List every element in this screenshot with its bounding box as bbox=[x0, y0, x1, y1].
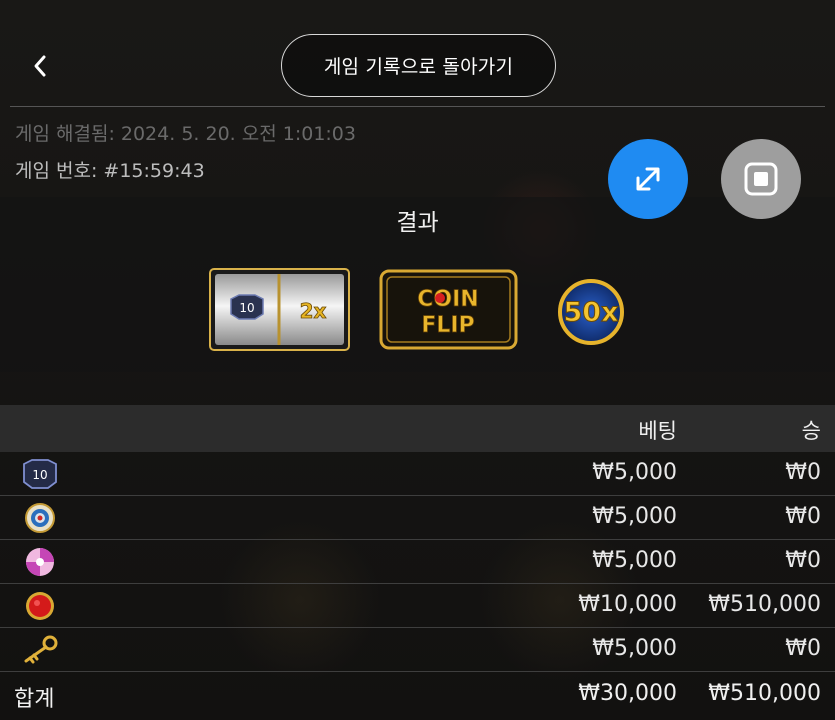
column-header-win: 승 bbox=[801, 419, 821, 443]
shield-10-icon: 10 bbox=[23, 459, 57, 489]
table-header bbox=[0, 405, 835, 452]
back-to-history-button[interactable]: 게임 기록으로 돌아가기 bbox=[281, 34, 556, 97]
gold-key-icon bbox=[24, 635, 58, 664]
row-bet: ₩5,000 bbox=[592, 548, 677, 573]
header-divider bbox=[10, 106, 825, 107]
coin-flip-line2: FLIP bbox=[421, 313, 474, 338]
row-bet: ₩5,000 bbox=[592, 504, 677, 529]
row-win: ₩0 bbox=[785, 548, 821, 573]
row-win: ₩0 bbox=[785, 460, 821, 485]
header: 게임 기록으로 돌아가기 bbox=[0, 0, 835, 108]
row-win: ₩510,000 bbox=[708, 592, 821, 617]
coin-flip-line1: COIN bbox=[417, 287, 478, 312]
row-bet: ₩10,000 bbox=[578, 592, 677, 617]
row-win: ₩0 bbox=[785, 504, 821, 529]
coin-flip-result-icon: COIN FLIP bbox=[379, 269, 518, 350]
slot-right-value: 2x bbox=[300, 299, 327, 323]
table-row: ₩5,000 ₩0 bbox=[0, 540, 835, 584]
target-icon bbox=[25, 503, 55, 533]
table-row: 10 ₩5,000 ₩0 bbox=[0, 452, 835, 496]
slot-result-icon: 10 2x bbox=[209, 268, 350, 351]
total-bet: ₩30,000 bbox=[578, 681, 677, 706]
total-row: 합계 ₩30,000 ₩510,000 bbox=[0, 673, 835, 717]
row-bet: ₩5,000 bbox=[592, 460, 677, 485]
coin-flip-red-icon bbox=[26, 592, 54, 620]
svg-text:10: 10 bbox=[32, 468, 47, 482]
result-title: 결과 bbox=[396, 210, 439, 236]
stop-square-icon bbox=[744, 162, 778, 196]
table-row: ₩10,000 ₩510,000 bbox=[0, 584, 835, 628]
total-win: ₩510,000 bbox=[708, 681, 821, 706]
column-header-bet: 베팅 bbox=[638, 419, 677, 443]
chevron-left-icon bbox=[34, 55, 46, 77]
slot-left-value: 10 bbox=[239, 301, 254, 315]
pachinko-candy-icon bbox=[26, 548, 54, 576]
multiplier-result-icon: 50x bbox=[558, 279, 624, 345]
row-win: ₩0 bbox=[785, 636, 821, 661]
row-bet: ₩5,000 bbox=[592, 636, 677, 661]
table-row: ₩5,000 ₩0 bbox=[0, 628, 835, 672]
back-button[interactable] bbox=[22, 46, 58, 86]
game-number: 게임 번호: #15:59:43 bbox=[15, 160, 205, 182]
multiplier-value: 50x bbox=[564, 297, 619, 328]
resolved-time: 게임 해결됨: 2024. 5. 20. 오전 1:01:03 bbox=[15, 123, 356, 145]
total-label: 합계 bbox=[14, 687, 55, 712]
expand-arrows-icon bbox=[636, 167, 660, 191]
table-row: ₩5,000 ₩0 bbox=[0, 496, 835, 540]
